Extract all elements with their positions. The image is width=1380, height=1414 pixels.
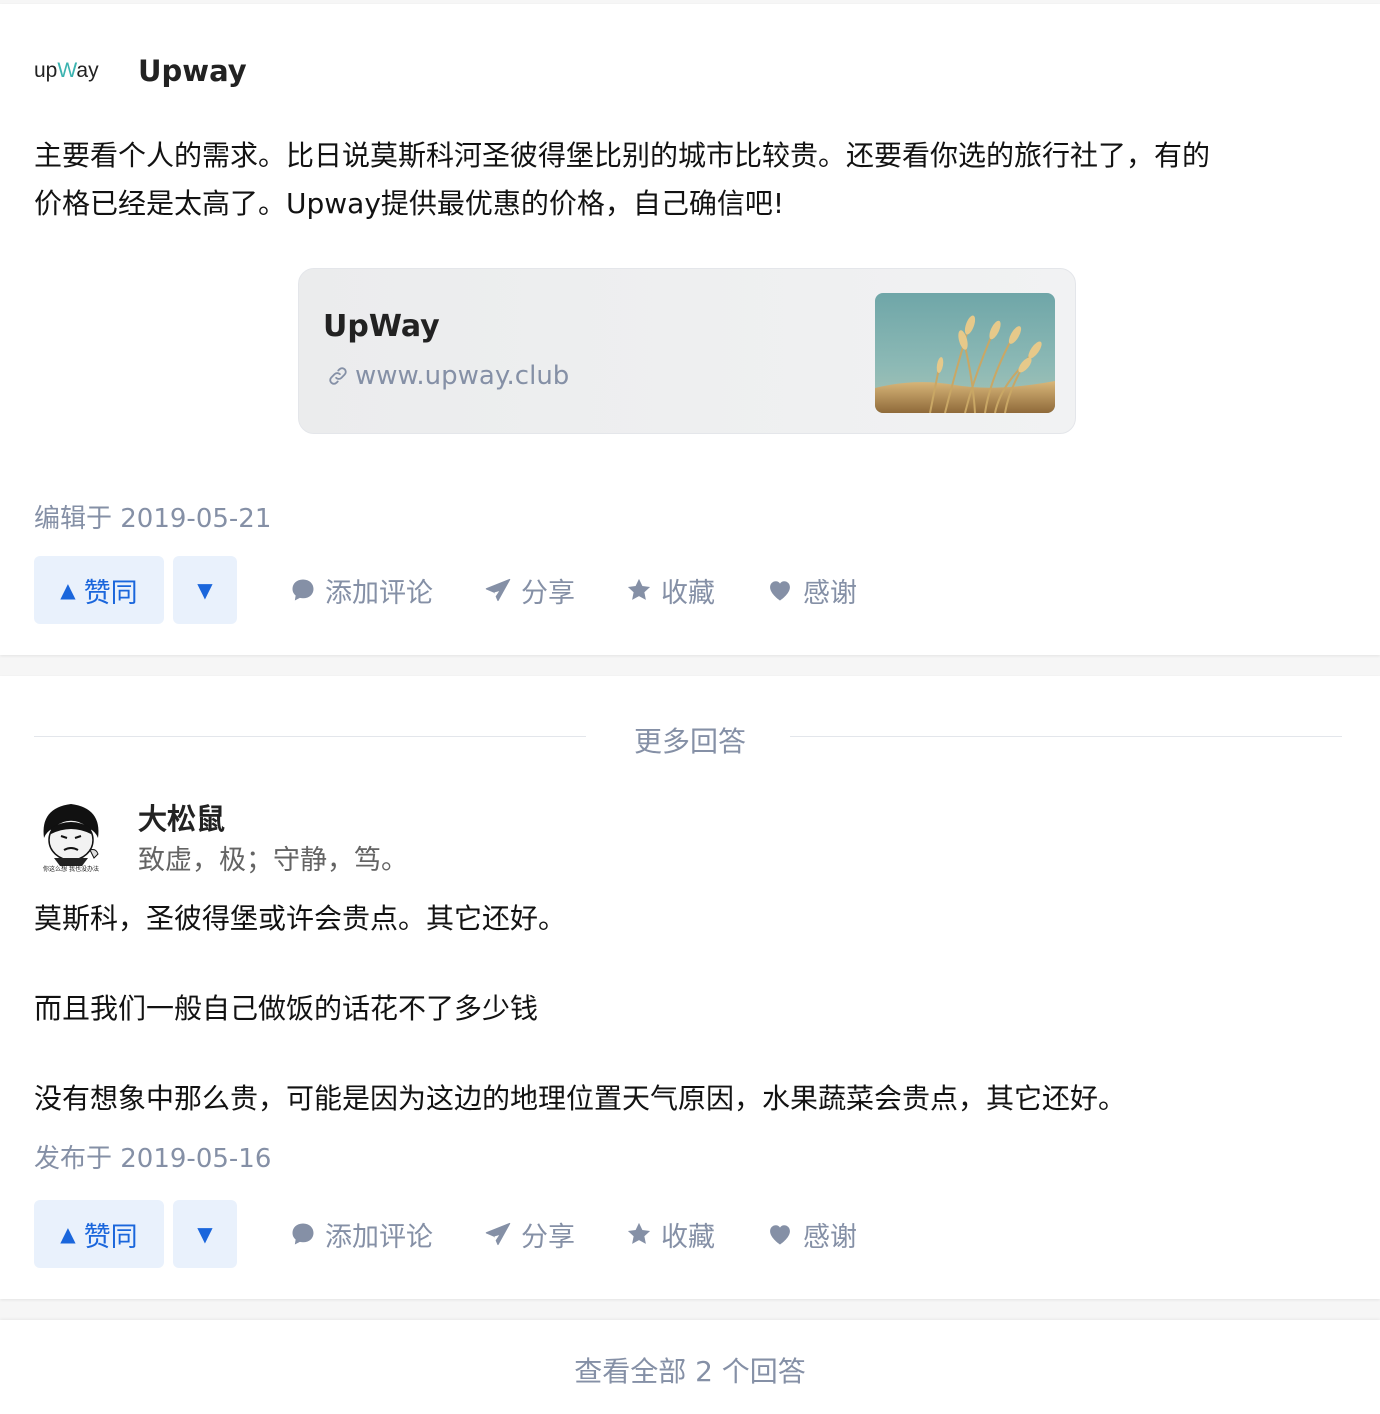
upvote-icon: ▲ xyxy=(60,1222,76,1246)
collect-label: 收藏 xyxy=(661,1221,715,1253)
downvote-button[interactable]: ▼ xyxy=(173,556,237,624)
link-card-thumbnail xyxy=(875,293,1055,413)
star-icon xyxy=(627,1222,651,1244)
thanks-button[interactable]: 感谢 xyxy=(765,571,857,610)
answer-content: 莫斯科，圣彼得堡或许会贵点。其它还好。 而且我们一般自己做饭的话花不了多少钱 没… xyxy=(34,896,1126,1122)
heart-icon xyxy=(770,581,790,601)
comment-icon xyxy=(292,1223,314,1245)
upvote-label: 赞同 xyxy=(83,1221,138,1253)
answer-paragraph: 而且我们一般自己做饭的话花不了多少钱 xyxy=(34,992,539,1025)
answer-card-more: 更多回答 你这么想 我也没办法 大松鼠 致虚，极；守静，笃。 莫斯科，圣彼得堡或… xyxy=(0,676,1380,1299)
author-name[interactable]: 大松鼠 xyxy=(138,796,225,838)
share-button[interactable]: 分享 xyxy=(483,1215,575,1254)
heart-icon xyxy=(770,1225,790,1245)
star-icon xyxy=(627,578,651,600)
collect-button[interactable]: 收藏 xyxy=(625,571,715,610)
link-card-url-text: www.upway.club xyxy=(355,361,570,391)
collect-label: 收藏 xyxy=(661,577,715,609)
upvote-icon: ▲ xyxy=(60,578,76,602)
link-card-title: UpWay xyxy=(323,309,440,344)
answer-card-upway: upWay Upway 主要看个人的需求。比日说莫斯科河圣彼得堡比别的城市比较贵… xyxy=(0,4,1380,655)
link-icon xyxy=(329,367,347,385)
answer-actions: ▲ 赞同 ▼ 添加评论 分享 收藏 感谢 xyxy=(34,556,857,624)
share-button[interactable]: 分享 xyxy=(483,571,575,610)
upvote-button[interactable]: ▲ 赞同 xyxy=(34,556,164,624)
thanks-label: 感谢 xyxy=(803,1221,857,1253)
collect-button[interactable]: 收藏 xyxy=(625,1215,715,1254)
share-icon xyxy=(485,1222,511,1246)
answer-paragraph: 莫斯科，圣彼得堡或许会贵点。其它还好。 xyxy=(34,902,567,935)
comment-label: 添加评论 xyxy=(325,1221,433,1253)
downvote-icon: ▼ xyxy=(197,1222,213,1246)
view-all-card: 查看全部 2 个回答 xyxy=(0,1320,1380,1414)
logo-text-right: ay xyxy=(76,59,99,82)
downvote-button[interactable]: ▼ xyxy=(173,1200,237,1268)
avatar[interactable]: 你这么想 我也没办法 xyxy=(34,798,108,874)
share-label: 分享 xyxy=(521,577,575,609)
more-answers-label: 更多回答 xyxy=(633,725,746,758)
avatar-caption: 你这么想 我也没办法 xyxy=(43,865,99,873)
answer-paragraph: 没有想象中那么贵，可能是因为这边的地理位置天气原因，水果蔬菜会贵点，其它还好。 xyxy=(34,1082,1127,1115)
link-card-url: www.upway.club xyxy=(327,361,569,391)
answer-edit-date[interactable]: 编辑于 2019-05-21 xyxy=(34,498,271,535)
downvote-icon: ▼ xyxy=(197,578,213,602)
upvote-button[interactable]: ▲ 赞同 xyxy=(34,1200,164,1268)
author-bio: 致虚，极；守静，笃。 xyxy=(138,845,408,876)
view-all-answers-button[interactable]: 查看全部 2 个回答 xyxy=(0,1350,1380,1390)
comment-label: 添加评论 xyxy=(325,577,433,609)
share-icon xyxy=(485,578,511,602)
upvote-label: 赞同 xyxy=(83,577,138,609)
answer-author: upWay Upway xyxy=(34,54,247,88)
answer-publish-date[interactable]: 发布于 2019-05-16 xyxy=(34,1138,271,1175)
answer-content-line: 价格已经是太高了。Upway提供最优惠的价格，自己确信吧! xyxy=(34,187,785,220)
answer-content-line: 主要看个人的需求。比日说莫斯科河圣彼得堡比别的城市比较贵。还要看你选的旅行社了，… xyxy=(34,139,1211,172)
author-name[interactable]: Upway xyxy=(138,54,247,88)
answer-actions: ▲ 赞同 ▼ 添加评论 分享 收藏 感谢 xyxy=(34,1200,857,1268)
answer-content: 主要看个人的需求。比日说莫斯科河圣彼得堡比别的城市比较贵。还要看你选的旅行社了，… xyxy=(34,132,1210,228)
thanks-button[interactable]: 感谢 xyxy=(765,1215,857,1254)
comment-icon xyxy=(292,579,314,601)
share-label: 分享 xyxy=(521,1221,575,1253)
comment-button[interactable]: 添加评论 xyxy=(289,571,433,610)
logo-text-w: W xyxy=(57,59,77,82)
comment-button[interactable]: 添加评论 xyxy=(289,1215,433,1254)
logo-text-left: up xyxy=(34,59,58,82)
link-card[interactable]: UpWay www.upway.club xyxy=(298,268,1076,434)
upway-logo[interactable]: upWay xyxy=(34,59,110,83)
thanks-label: 感谢 xyxy=(803,577,857,609)
